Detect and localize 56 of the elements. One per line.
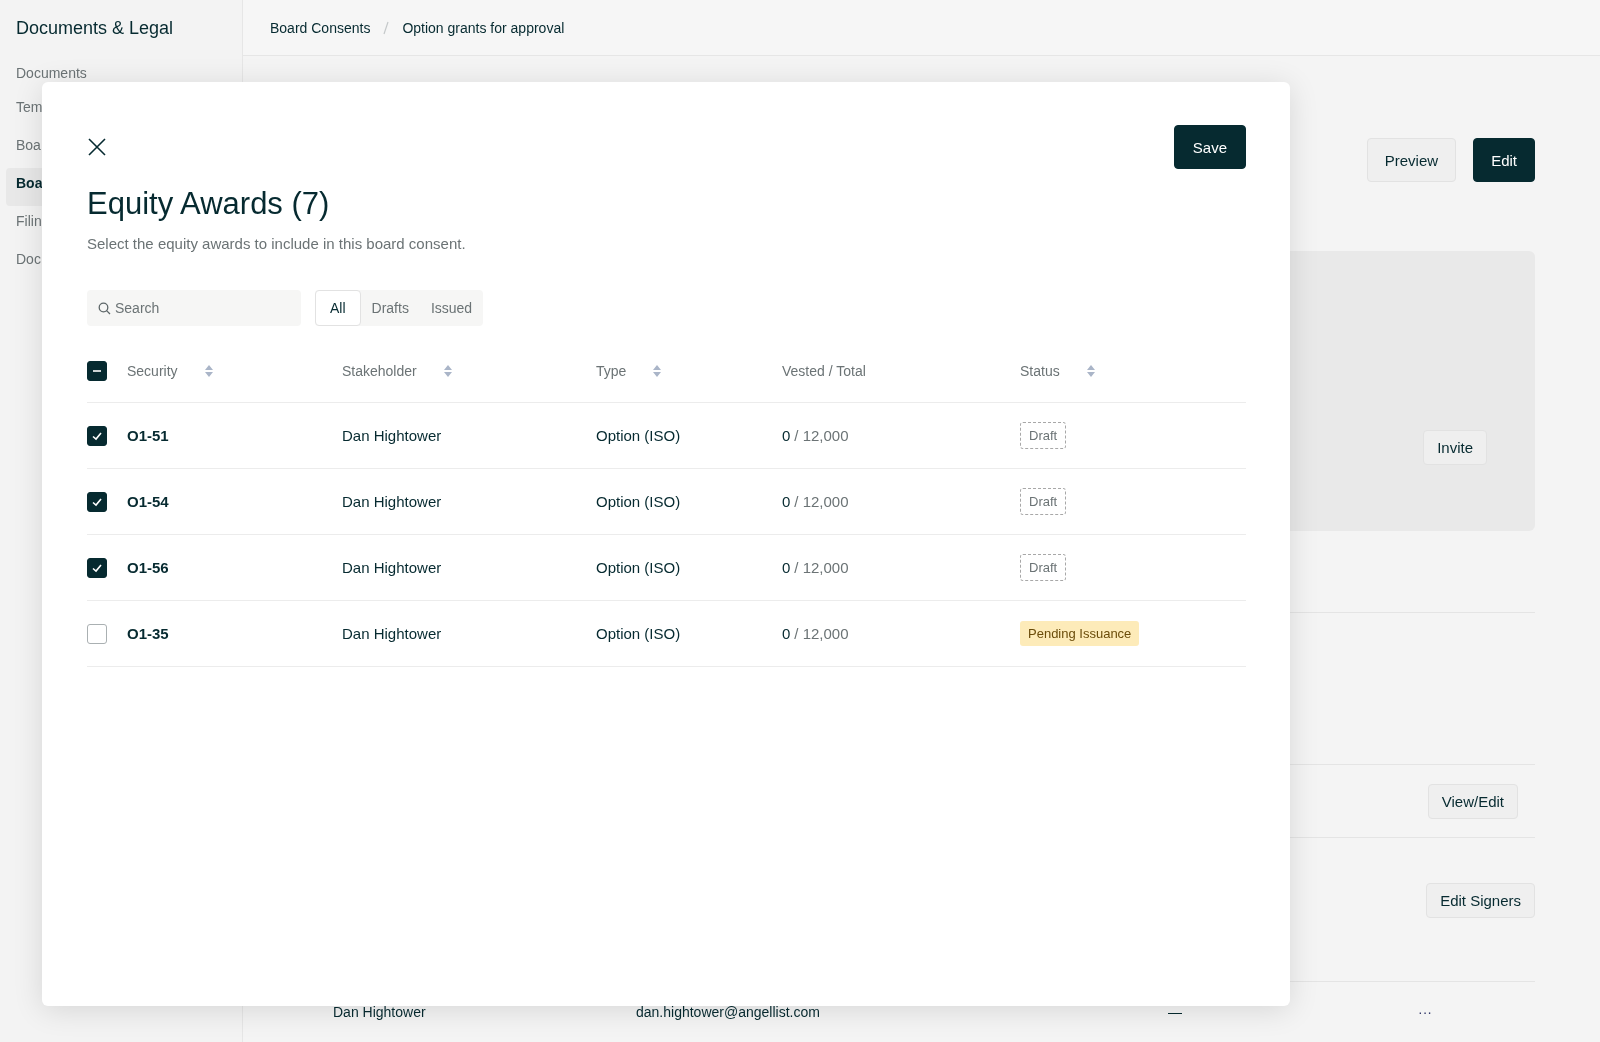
award-type: Option (ISO) — [596, 493, 681, 510]
row-checkbox[interactable] — [87, 425, 107, 446]
edit-button[interactable]: Edit — [1473, 138, 1535, 182]
row-checkbox[interactable] — [87, 623, 107, 644]
status-badge: Pending Issuance — [1020, 621, 1140, 646]
vested-count: 0 — [782, 493, 791, 510]
breadcrumb-separator-icon — [382, 20, 391, 35]
edit-signers-button[interactable]: Edit Signers — [1426, 883, 1535, 918]
total-count: / 12,000 — [794, 493, 849, 510]
breadcrumb-link[interactable]: Board Consents — [270, 19, 371, 36]
stakeholder-name: Dan Hightower — [342, 427, 442, 444]
invite-button[interactable]: Invite — [1423, 430, 1487, 465]
column-header[interactable]: Status — [1020, 363, 1060, 379]
column-header[interactable]: Type — [596, 363, 627, 379]
total-count: / 12,000 — [794, 625, 849, 642]
filter-tab[interactable]: Drafts — [360, 290, 420, 326]
total-count: / 12,000 — [794, 427, 849, 444]
column-header[interactable]: Security — [127, 363, 178, 379]
signer-name: Dan Hightower — [333, 1004, 426, 1020]
row-checkbox[interactable] — [87, 557, 107, 578]
security-id: O1-56 — [127, 559, 169, 576]
award-type: Option (ISO) — [596, 427, 681, 444]
vested-count: 0 — [782, 427, 791, 444]
more-menu[interactable]: ··· — [1418, 1004, 1432, 1020]
security-id: O1-35 — [127, 625, 169, 642]
vested-count: 0 — [782, 625, 791, 642]
stakeholder-name: Dan Hightower — [342, 559, 442, 576]
filter-tab[interactable]: All — [315, 290, 361, 326]
stakeholder-name: Dan Hightower — [342, 625, 442, 642]
stakeholder-name: Dan Hightower — [342, 493, 442, 510]
modal-title: Equity Awards (7) — [87, 185, 331, 223]
vested-count: 0 — [782, 559, 791, 576]
total-count: / 12,000 — [794, 559, 849, 576]
column-header[interactable]: Stakeholder — [342, 363, 417, 379]
search-field[interactable]: Search — [87, 290, 301, 326]
status-badge: Draft — [1020, 554, 1067, 581]
signer-email: dan.hightower@angellist.com — [636, 1004, 820, 1020]
table-cell: — — [1168, 1004, 1182, 1020]
select-all-checkbox[interactable] — [87, 361, 107, 381]
search-icon — [98, 302, 111, 315]
save-button[interactable]: Save — [1173, 125, 1246, 169]
award-type: Option (ISO) — [596, 625, 681, 642]
status-badge: Draft — [1020, 422, 1067, 449]
security-id: O1-51 — [127, 427, 169, 444]
status-badge: Draft — [1020, 488, 1067, 515]
breadcrumb-link[interactable]: Option grants for approval — [402, 19, 565, 36]
column-header[interactable]: Vested / Total — [782, 363, 866, 379]
award-type: Option (ISO) — [596, 559, 681, 576]
filter-tab[interactable]: Issued — [419, 290, 484, 326]
modal-subtitle: Select the equity awards to include in this board consent. — [87, 235, 467, 252]
preview-button[interactable]: Preview — [1366, 138, 1457, 182]
row-checkbox[interactable] — [87, 491, 107, 512]
close-icon[interactable] — [87, 137, 107, 157]
security-id: O1-54 — [127, 493, 169, 510]
view-edit-button[interactable]: View/Edit — [1427, 783, 1518, 819]
sidebar-title: Documents & Legal — [15, 17, 175, 40]
